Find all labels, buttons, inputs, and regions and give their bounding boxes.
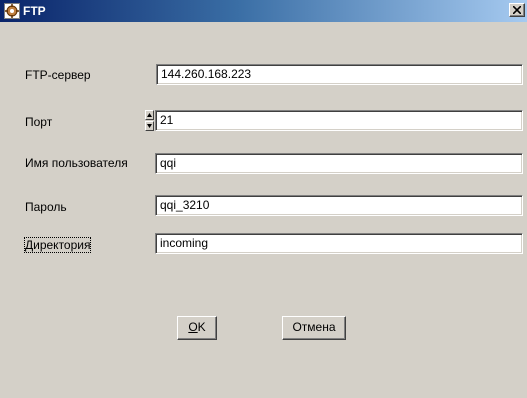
ftp-app-icon [4, 3, 20, 19]
spin-down-icon [147, 124, 152, 128]
port-label: Порт [25, 115, 53, 129]
password-input[interactable]: qqi_3210 [155, 195, 523, 216]
ok-button-label: K [197, 320, 206, 334]
close-icon [513, 6, 521, 14]
port-spinner[interactable] [145, 110, 154, 131]
port-input[interactable]: 21 [155, 110, 523, 131]
directory-label: Директория [23, 237, 92, 253]
directory-input[interactable]: incoming [155, 233, 523, 254]
server-input[interactable]: 144.260.168.223 [156, 64, 523, 85]
password-label: Пароль [25, 200, 67, 214]
cancel-button[interactable]: Отмена [282, 316, 346, 340]
ok-button[interactable]: OK [177, 316, 217, 340]
port-decrement-button[interactable] [145, 121, 154, 131]
window-title: FTP [23, 4, 46, 18]
ftp-dialog: FTP FTP-сервер 144.260.168.223 Порт 21 И… [0, 0, 527, 398]
username-input[interactable]: qqi [155, 153, 523, 174]
close-button[interactable] [509, 3, 525, 17]
spin-up-icon [147, 113, 152, 117]
server-label: FTP-сервер [25, 68, 91, 82]
title-bar[interactable]: FTP [0, 0, 527, 22]
port-increment-button[interactable] [145, 110, 154, 120]
ok-button-accel: O [188, 320, 198, 334]
username-label: Имя пользователя [25, 156, 128, 170]
